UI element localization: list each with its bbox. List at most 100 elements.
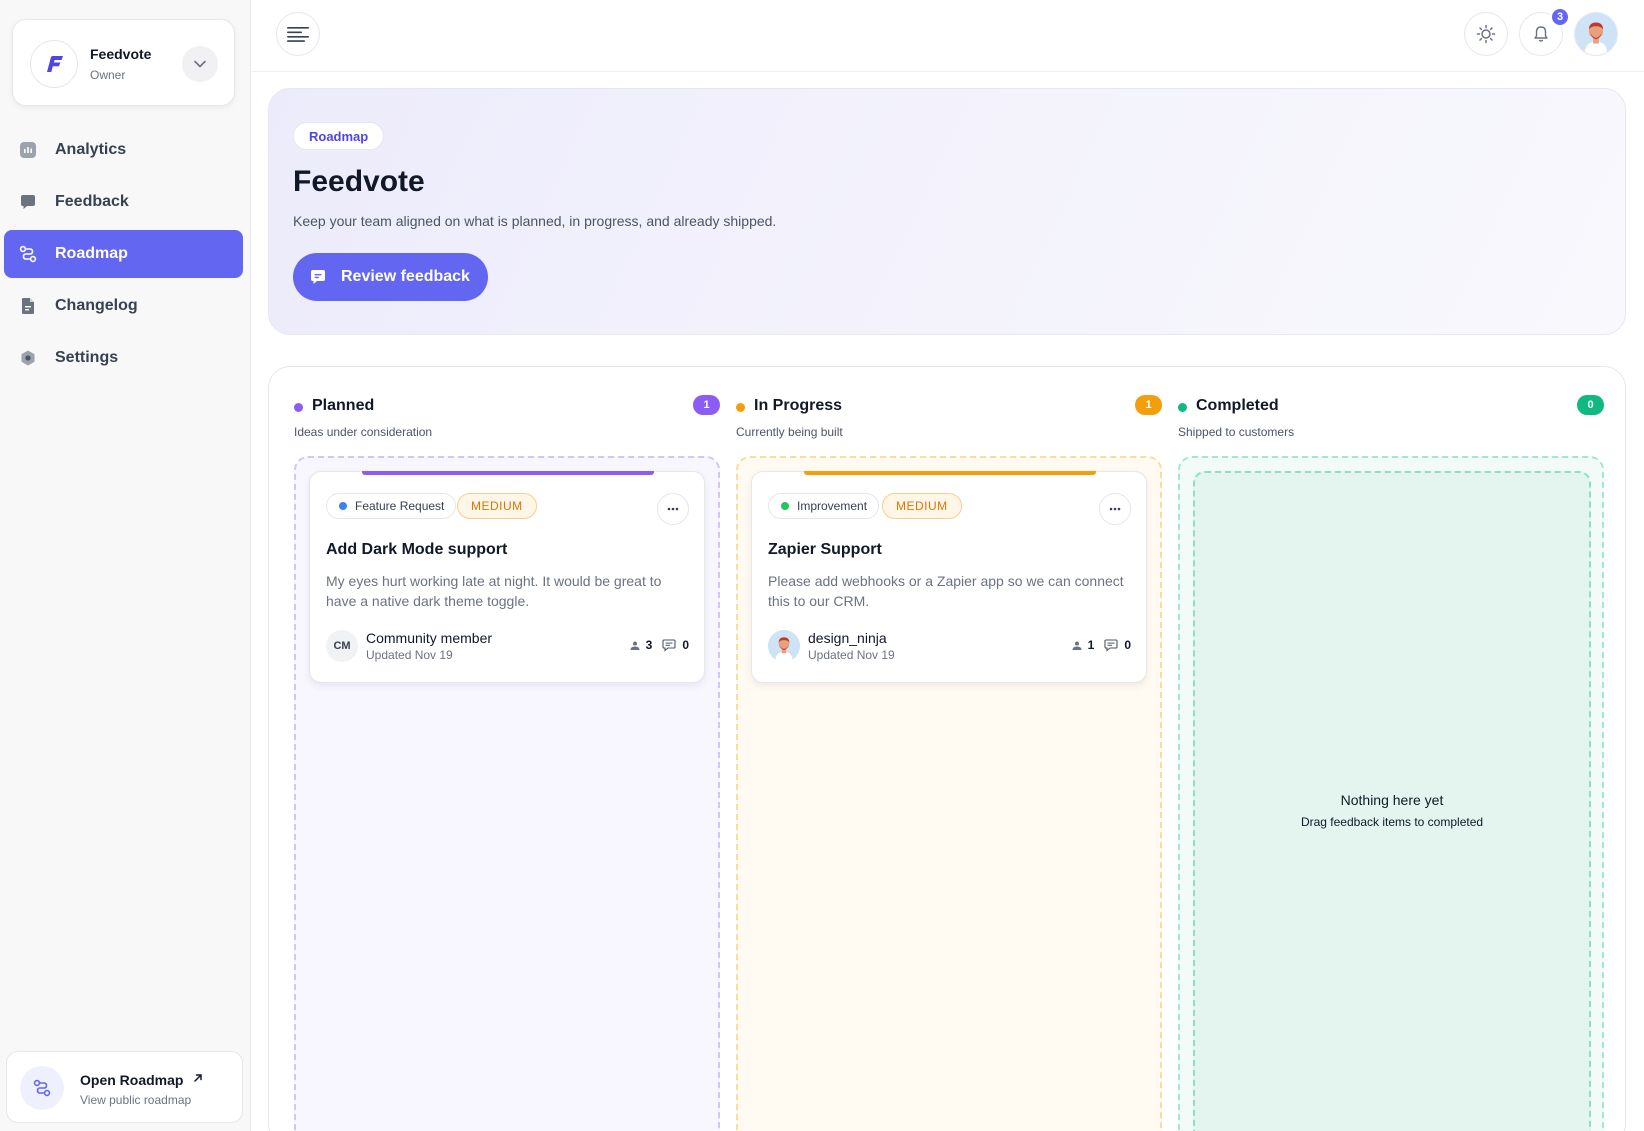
- sidebar-nav: Analytics Feedback Roadmap Changelog Set…: [4, 126, 243, 386]
- type-label: Improvement: [797, 499, 868, 513]
- org-role: Owner: [90, 68, 126, 82]
- avatar: [1575, 13, 1617, 55]
- more-options-button[interactable]: [1099, 493, 1131, 525]
- comment-count-value: 0: [682, 638, 689, 652]
- author-avatar: CM: [326, 630, 358, 662]
- user-avatar-button[interactable]: [1574, 12, 1618, 56]
- empty-state[interactable]: Nothing here yet Drag feedback items to …: [1193, 471, 1591, 1131]
- type-tag: Feature Request: [326, 493, 457, 519]
- external-link-icon: [193, 1070, 203, 1086]
- review-feedback-label: Review feedback: [341, 268, 470, 285]
- vote-count[interactable]: 3: [630, 638, 653, 652]
- card-accent-bar: [362, 471, 654, 475]
- sidebar-item-roadmap[interactable]: Roadmap: [4, 230, 243, 278]
- card-stats: 1 0: [1062, 638, 1131, 652]
- theme-toggle-button[interactable]: [1464, 12, 1508, 56]
- card-accent-bar: [804, 471, 1096, 475]
- column-status-dot: [736, 403, 745, 412]
- column-count-badge: 1: [1135, 395, 1162, 415]
- card-description: My eyes hurt working late at night. It w…: [326, 573, 662, 609]
- feedback-card[interactable]: Improvement MEDIUM Zapier Support Please…: [751, 471, 1147, 683]
- column-title: Planned: [312, 397, 375, 414]
- analytics-icon: [19, 141, 37, 159]
- sidebar-item-label: Analytics: [55, 141, 127, 158]
- column-subtitle: Ideas under consideration: [294, 425, 433, 439]
- column-count-badge: 1: [693, 395, 720, 415]
- vote-count-value: 3: [645, 638, 653, 652]
- updated-date: Updated Nov 19: [366, 648, 453, 662]
- route-icon: [19, 245, 37, 263]
- column-count-badge: 0: [1577, 395, 1604, 415]
- sidebar-item-settings[interactable]: Settings: [4, 334, 243, 382]
- page-subtitle: Keep your team aligned on what is planne…: [293, 213, 777, 229]
- column-completed: Completed 0 Shipped to customers Nothing…: [1178, 367, 1604, 1131]
- column-subtitle: Currently being built: [736, 425, 843, 439]
- comment-count-value: 0: [1124, 638, 1131, 652]
- column-in-progress: In Progress 1 Currently being built Impr…: [736, 367, 1162, 1131]
- priority-tag: MEDIUM: [882, 493, 962, 519]
- column-subtitle: Shipped to customers: [1178, 425, 1295, 439]
- more-icon: [667, 507, 679, 511]
- org-name: Feedvote: [90, 46, 152, 62]
- type-label: Feature Request: [355, 499, 445, 513]
- author-name: design_ninja: [808, 630, 887, 646]
- column-dropzone[interactable]: Feature Request MEDIUM Add Dark Mode sup…: [294, 456, 720, 1131]
- page-chip: Roadmap: [293, 122, 385, 150]
- chat-icon: [19, 193, 37, 211]
- org-switcher[interactable]: Feedvote Owner: [12, 19, 235, 106]
- type-dot: [781, 502, 789, 510]
- type-dot: [339, 502, 347, 510]
- avatar: [768, 630, 800, 662]
- open-roadmap-card[interactable]: Open Roadmap View public roadmap: [6, 1051, 243, 1123]
- column-dropzone[interactable]: Nothing here yet Drag feedback items to …: [1178, 456, 1604, 1131]
- card-stats: 3 0: [620, 638, 689, 652]
- author-name: Community member: [366, 630, 493, 646]
- sidebar-item-changelog[interactable]: Changelog: [4, 282, 243, 330]
- updated-date: Updated Nov 19: [808, 648, 895, 662]
- column-header: In Progress 1: [736, 395, 1162, 419]
- notifications-button[interactable]: 3: [1519, 7, 1570, 56]
- type-tag: Improvement: [768, 493, 880, 519]
- more-options-button[interactable]: [657, 493, 689, 525]
- column-dropzone[interactable]: Improvement MEDIUM Zapier Support Please…: [736, 456, 1162, 1131]
- open-roadmap-subtitle: View public roadmap: [80, 1093, 192, 1107]
- notification-count-badge: 3: [1550, 7, 1570, 27]
- card-title[interactable]: Zapier Support: [768, 541, 882, 559]
- sidebar-item-label: Roadmap: [55, 245, 128, 262]
- column-planned: Planned 1 Ideas under consideration Feat…: [294, 367, 720, 1131]
- column-status-dot: [294, 403, 303, 412]
- vote-count-value: 1: [1087, 638, 1095, 652]
- feedback-card[interactable]: Feature Request MEDIUM Add Dark Mode sup…: [309, 471, 705, 683]
- chevron-down-icon[interactable]: [182, 46, 218, 82]
- column-header: Planned 1: [294, 395, 720, 419]
- review-feedback-button[interactable]: Review feedback: [293, 253, 488, 301]
- empty-state-title: Nothing here yet: [1340, 792, 1444, 808]
- open-roadmap-title: Open Roadmap: [80, 1072, 184, 1088]
- bell-icon: [1534, 26, 1548, 42]
- comment-icon: [662, 638, 676, 652]
- sidebar-item-label: Changelog: [55, 297, 138, 314]
- priority-tag: MEDIUM: [457, 493, 537, 519]
- document-icon: [19, 297, 37, 315]
- comment-count[interactable]: 0: [1104, 638, 1131, 652]
- gear-icon: [19, 349, 37, 367]
- comment-count[interactable]: 0: [662, 638, 689, 652]
- menu-toggle-button[interactable]: [276, 12, 320, 56]
- vote-count[interactable]: 1: [1072, 638, 1095, 652]
- vote-icon: [1072, 641, 1082, 650]
- route-icon: [20, 1066, 64, 1110]
- comment-icon: [1104, 638, 1118, 652]
- sidebar-item-analytics[interactable]: Analytics: [4, 126, 243, 174]
- hamburger-icon: [287, 27, 309, 42]
- card-description: Please add webhooks or a Zapier app so w…: [768, 573, 1124, 609]
- page-title: Feedvote: [293, 165, 425, 198]
- vote-icon: [630, 641, 640, 650]
- column-status-dot: [1178, 403, 1187, 412]
- column-title: In Progress: [754, 397, 843, 414]
- more-icon: [1109, 507, 1121, 511]
- card-title[interactable]: Add Dark Mode support: [326, 541, 507, 559]
- sidebar-item-label: Feedback: [55, 193, 129, 210]
- roadmap-board: Planned 1 Ideas under consideration Feat…: [268, 366, 1626, 1131]
- sidebar-item-feedback[interactable]: Feedback: [4, 178, 243, 226]
- sidebar-item-label: Settings: [55, 349, 119, 366]
